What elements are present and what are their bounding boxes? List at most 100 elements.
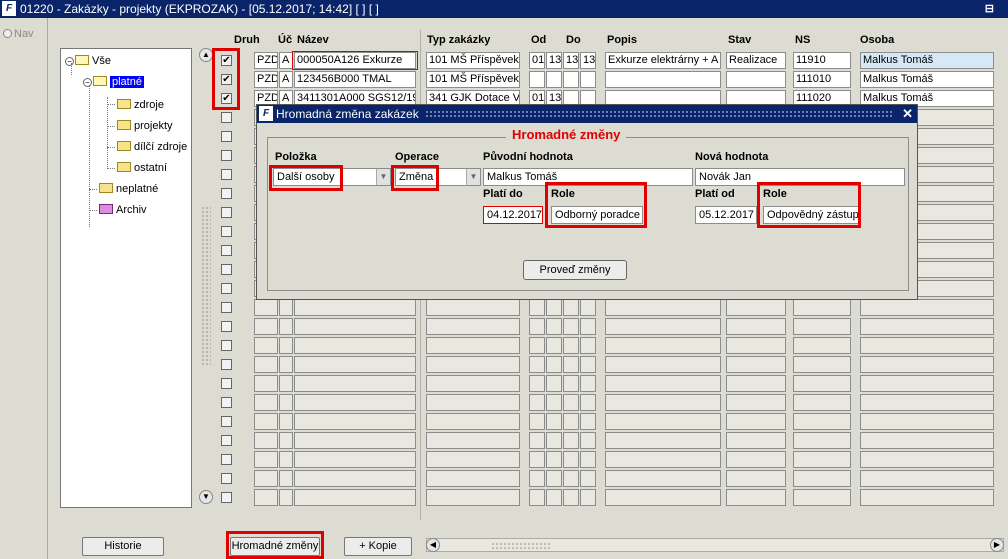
cell-uc[interactable]: A (279, 71, 293, 88)
cell-stav[interactable]: Realizace (726, 52, 786, 69)
cell-popis[interactable] (605, 71, 721, 88)
cell-od2[interactable] (546, 375, 562, 392)
cell-ns[interactable] (793, 299, 851, 316)
puvodni-input[interactable]: Malkus Tomáš (483, 168, 693, 186)
cell-popis[interactable] (605, 356, 721, 373)
cell-od2[interactable] (546, 470, 562, 487)
cell-od1[interactable] (529, 375, 545, 392)
cell-do1[interactable] (563, 356, 579, 373)
cell-stav[interactable] (726, 337, 786, 354)
cell-od1[interactable]: 01 (529, 52, 545, 69)
cell-do1[interactable] (563, 71, 579, 88)
row-checkbox[interactable] (221, 283, 232, 294)
row-checkbox[interactable] (221, 188, 232, 199)
cell-osoba[interactable] (860, 470, 994, 487)
cell-od1[interactable] (529, 299, 545, 316)
cell-typ[interactable] (426, 413, 520, 430)
cell-nazev[interactable] (294, 337, 416, 354)
cell-popis[interactable] (605, 394, 721, 411)
cell-popis[interactable] (605, 375, 721, 392)
cell-do2[interactable] (580, 299, 596, 316)
cell-osoba[interactable] (860, 299, 994, 316)
cell-stav[interactable] (726, 432, 786, 449)
cell-druh[interactable] (254, 356, 278, 373)
nova-input[interactable]: Novák Jan (695, 168, 905, 186)
cell-typ[interactable] (426, 375, 520, 392)
cell-uc[interactable] (279, 299, 293, 316)
cell-uc[interactable] (279, 413, 293, 430)
cell-uc[interactable] (279, 489, 293, 506)
cell-stav[interactable] (726, 375, 786, 392)
cell-ns[interactable] (793, 451, 851, 468)
cell-uc[interactable] (279, 318, 293, 335)
cell-do1[interactable] (563, 375, 579, 392)
cell-ns[interactable] (793, 394, 851, 411)
scroll-up-icon[interactable]: ▲ (199, 48, 213, 62)
scroll-right-icon[interactable]: ▶ (990, 538, 1004, 552)
cell-do2[interactable]: 13 (580, 52, 596, 69)
cell-stav[interactable] (726, 299, 786, 316)
cell-stav[interactable] (726, 318, 786, 335)
cell-typ[interactable]: 101 MŠ Příspěvek (426, 52, 520, 69)
cell-do2[interactable] (580, 470, 596, 487)
cell-ns[interactable] (793, 413, 851, 430)
cell-do1[interactable] (563, 394, 579, 411)
tree-node-projekty[interactable]: projekty (117, 120, 173, 132)
cell-ns[interactable] (793, 337, 851, 354)
cell-od1[interactable] (529, 356, 545, 373)
cell-popis[interactable] (605, 299, 721, 316)
cell-do1[interactable] (563, 432, 579, 449)
cell-popis[interactable] (605, 318, 721, 335)
cell-od1[interactable] (529, 71, 545, 88)
cell-od2[interactable] (546, 337, 562, 354)
vertical-scrollbar[interactable]: ▲ ▼ (199, 48, 213, 508)
tree-node-ostatni[interactable]: ostatní (117, 162, 167, 174)
cell-popis[interactable] (605, 432, 721, 449)
cell-od2[interactable] (546, 413, 562, 430)
cell-typ[interactable] (426, 318, 520, 335)
cell-nazev[interactable] (294, 432, 416, 449)
cell-osoba[interactable] (860, 356, 994, 373)
operace-select[interactable]: Změna ▼ (395, 168, 481, 186)
hromadne-zmeny-button[interactable]: Hromadné změny (230, 537, 320, 556)
cell-typ[interactable] (426, 337, 520, 354)
cell-typ[interactable] (426, 451, 520, 468)
cell-do1[interactable] (563, 413, 579, 430)
cell-od2[interactable] (546, 356, 562, 373)
cell-ns[interactable] (793, 356, 851, 373)
kopie-button[interactable]: + Kopie (344, 537, 412, 556)
row-checkbox[interactable] (221, 492, 232, 503)
cell-osoba[interactable] (860, 489, 994, 506)
tree-node-zdroje[interactable]: zdroje (117, 99, 164, 111)
cell-od1[interactable] (529, 337, 545, 354)
cell-druh[interactable] (254, 375, 278, 392)
cell-osoba[interactable] (860, 318, 994, 335)
cell-ns[interactable] (793, 432, 851, 449)
cell-od2[interactable] (546, 318, 562, 335)
cell-osoba[interactable]: Malkus Tomáš (860, 52, 994, 69)
cell-druh[interactable] (254, 394, 278, 411)
submit-button[interactable]: Proveď změny (523, 260, 627, 280)
cell-nazev[interactable] (294, 413, 416, 430)
cell-od2[interactable] (546, 394, 562, 411)
restore-icon[interactable]: ⊟ (985, 2, 994, 15)
cell-nazev[interactable] (294, 470, 416, 487)
historie-button[interactable]: Historie (82, 537, 164, 556)
cell-od2[interactable] (546, 71, 562, 88)
row-checkbox[interactable] (221, 454, 232, 465)
cell-typ[interactable]: 101 MŠ Příspěvek (426, 71, 520, 88)
row-checkbox[interactable] (221, 416, 232, 427)
cell-osoba[interactable] (860, 337, 994, 354)
cell-do1[interactable]: 13 (563, 52, 579, 69)
cell-druh[interactable] (254, 337, 278, 354)
cell-ns[interactable] (793, 375, 851, 392)
cell-do1[interactable] (563, 337, 579, 354)
cell-do2[interactable] (580, 71, 596, 88)
cell-od2[interactable] (546, 432, 562, 449)
scroll-grip[interactable] (491, 542, 551, 550)
cell-popis[interactable] (605, 451, 721, 468)
cell-od1[interactable] (529, 489, 545, 506)
row-checkbox[interactable] (221, 112, 232, 123)
cell-stav[interactable] (726, 470, 786, 487)
cell-stav[interactable] (726, 71, 786, 88)
